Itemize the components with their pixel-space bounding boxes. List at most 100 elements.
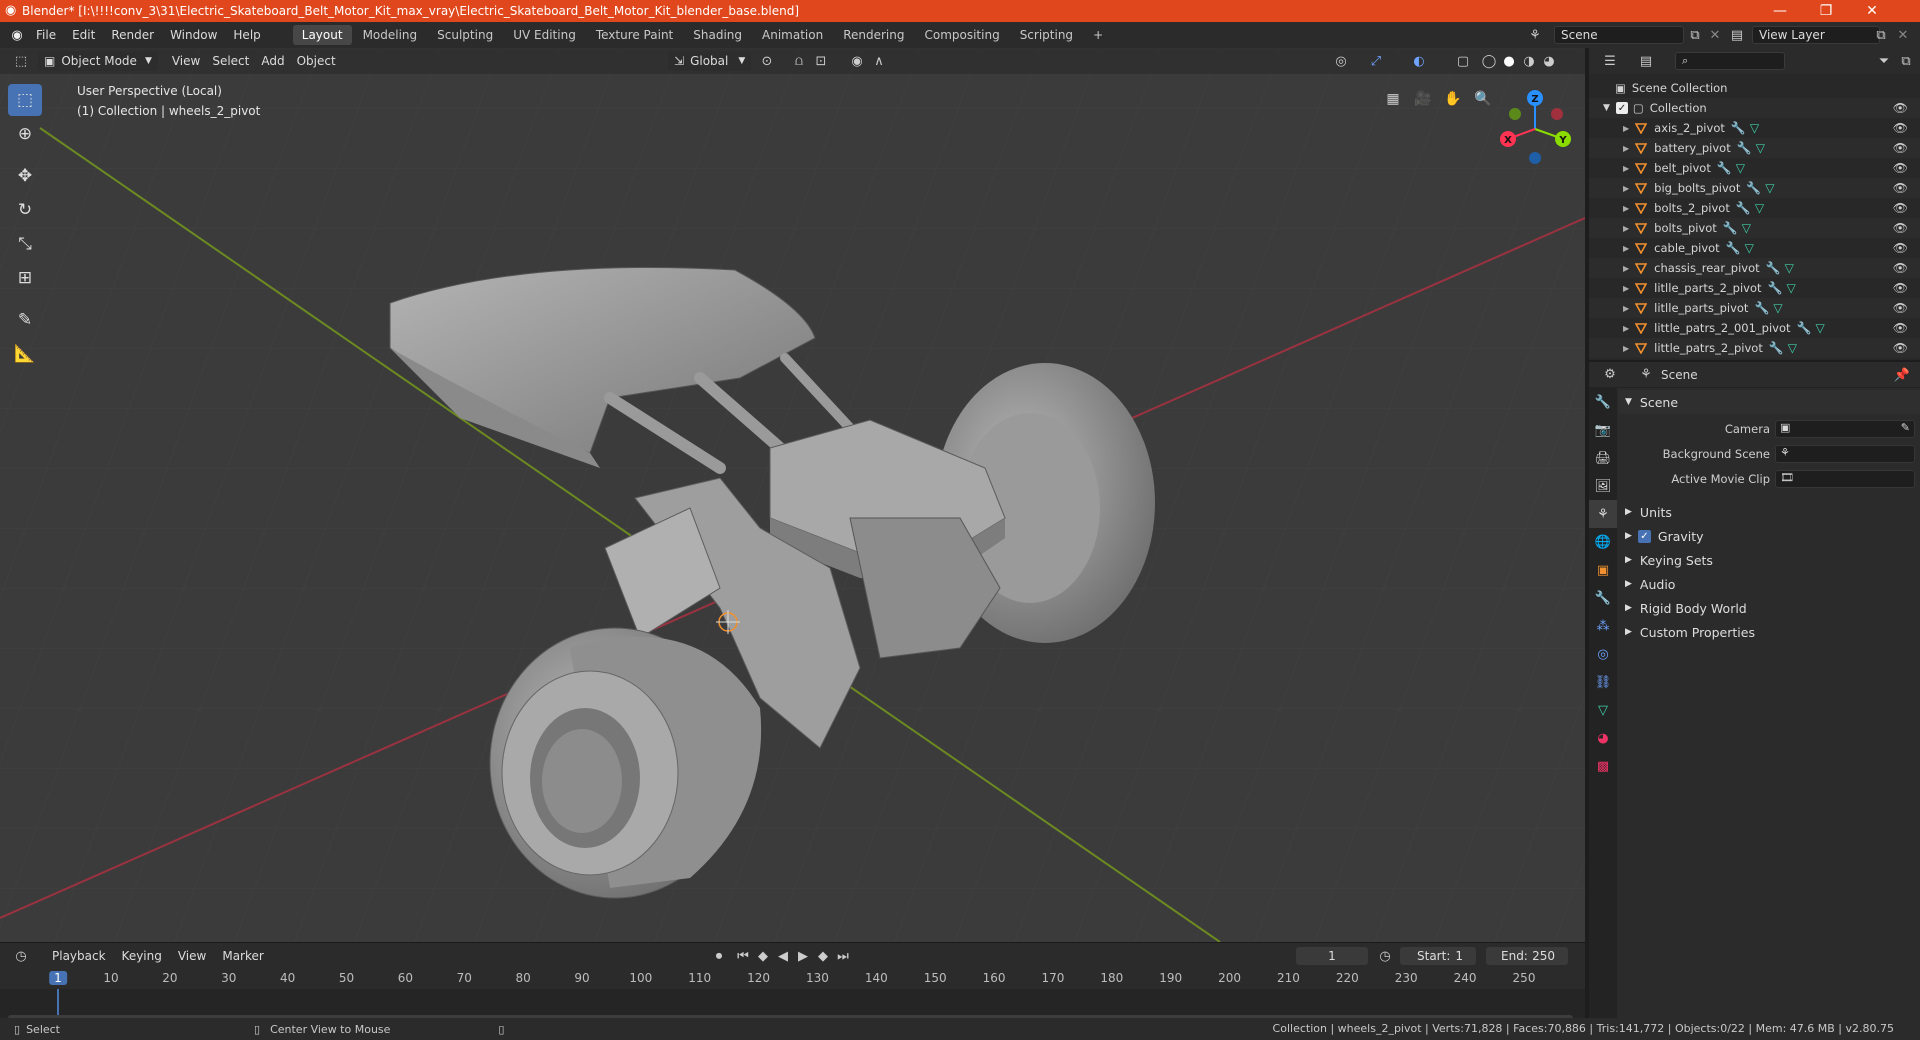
expand-arrow-icon[interactable]: ▶ [1623,204,1629,213]
tool-tab-icon[interactable]: 🔧 [1589,388,1617,416]
mode-selector[interactable]: ▣ Object Mode ▼ [38,51,158,71]
jump-start-icon[interactable]: ⏮ [732,946,754,966]
editor-type-icon[interactable]: ⬚ [10,51,32,71]
camera-view-icon[interactable]: 🎥 [1410,86,1436,112]
data-tab-icon[interactable]: ▽ [1589,696,1617,724]
gravity-panel-header[interactable]: ▶ ✓ Gravity [1619,524,1920,548]
next-keyframe-icon[interactable]: ◆ [812,946,834,966]
solid-shading-icon[interactable]: ● [1498,51,1520,71]
pin-icon[interactable]: 📌 [1891,365,1913,385]
wrench-icon[interactable]: 🔧 [1766,261,1781,275]
eye-icon[interactable]: 👁 [1893,341,1908,355]
wrench-icon[interactable]: 🔧 [1754,301,1769,315]
annotate-tool-icon[interactable]: ✎ [8,304,42,336]
rendered-shading-icon[interactable]: ◕ [1538,51,1560,71]
tab-layout[interactable]: Layout [292,25,352,45]
xray-icon[interactable]: ▢ [1452,51,1474,71]
eye-icon[interactable]: 👁 [1893,241,1908,255]
new-scene-icon[interactable]: ⧉ [1684,25,1706,45]
outliner-item[interactable]: ▶ litlle_parts_pivot 🔧 ▽ 👁 [1589,298,1920,318]
timeline-menu-playback[interactable]: Playback [46,946,112,966]
units-panel-header[interactable]: ▶ Units [1619,500,1920,524]
wrench-icon[interactable]: 🔧 [1768,281,1783,295]
wrench-icon[interactable]: 🔧 [1769,341,1784,355]
snap-target-icon[interactable]: ⊡ [810,51,832,71]
outliner-item[interactable]: ▶ bolts_2_pivot 🔧 ▽ 👁 [1589,198,1920,218]
wrench-icon[interactable]: 🔧 [1723,221,1738,235]
eye-icon[interactable]: 👁 [1893,101,1908,115]
minimize-button[interactable]: — [1757,0,1803,22]
rigid-body-world-panel-header[interactable]: ▶ Rigid Body World [1619,596,1920,620]
timeline-menu-view[interactable]: View [172,946,212,966]
current-frame-field[interactable]: 1 [1296,947,1368,965]
new-collection-icon[interactable]: ⧉ [1895,51,1917,71]
mesh-data-icon[interactable]: ▽ [1750,121,1759,135]
expand-arrow-icon[interactable]: ▶ [1623,164,1629,173]
3d-viewport[interactable]: ⬚ ▣ Object Mode ▼ View Select Add Object… [0,48,1585,942]
constraints-tab-icon[interactable]: ⛓ [1589,668,1617,696]
properties-editor-type-icon[interactable]: ⚙ [1599,365,1621,385]
expand-arrow-icon[interactable]: ▶ [1623,124,1629,133]
wrench-icon[interactable]: 🔧 [1726,241,1741,255]
keying-sets-panel-header[interactable]: ▶ Keying Sets [1619,548,1920,572]
display-mode-icon[interactable]: ▤ [1635,51,1657,71]
menu-help[interactable]: Help [225,24,268,46]
zoom-icon[interactable]: 🔍 [1470,86,1496,112]
eyedropper-icon[interactable]: ✎ [1901,421,1910,434]
timeline-editor-type-icon[interactable]: ◷ [10,946,32,966]
timeline-menu-keying[interactable]: Keying [116,946,168,966]
outliner-item[interactable]: ▶ little_patrs_2_001_pivot 🔧 ▽ 👁 [1589,318,1920,338]
expand-arrow-icon[interactable]: ▶ [1623,224,1629,233]
tab-rendering[interactable]: Rendering [834,25,913,45]
tab-animation[interactable]: Animation [753,25,832,45]
custom-properties-panel-header[interactable]: ▶ Custom Properties [1619,620,1920,644]
mesh-data-icon[interactable]: ▽ [1745,241,1754,255]
end-frame-field[interactable]: End: 250 [1486,947,1568,965]
mesh-data-icon[interactable]: ▽ [1785,261,1794,275]
snap-icon[interactable]: ⩍ [788,51,810,71]
rotate-tool-icon[interactable]: ↻ [8,194,42,226]
eye-icon[interactable]: 👁 [1893,201,1908,215]
physics-tab-icon[interactable]: ◎ [1589,640,1617,668]
filter-icon[interactable]: ⏷ [1873,51,1895,71]
view-layer-tab-icon[interactable]: 🖼 [1589,472,1617,500]
visibility-icon[interactable]: ◎ [1330,51,1352,71]
timeline-ruler[interactable]: 1 10 20 30 40 50 60 70 80 90 100 110 120 130 140 150 160… [0,969,1585,989]
viewport-menu-view[interactable]: View [166,51,206,71]
select-box-tool-icon[interactable]: ⬚ [8,84,42,116]
wrench-icon[interactable]: 🔧 [1717,161,1732,175]
tab-texture-paint[interactable]: Texture Paint [587,25,682,45]
scene-field[interactable]: Scene [1554,26,1684,44]
expand-arrow-icon[interactable]: ▶ [1623,304,1629,313]
eye-icon[interactable]: 👁 [1893,321,1908,335]
transform-orientation-selector[interactable]: ⇲ Global ▼ [668,51,752,71]
wrench-icon[interactable]: 🔧 [1737,141,1752,155]
outliner-item[interactable]: ▶ axis_2_pivot 🔧 ▽ 👁 [1589,118,1920,138]
close-button[interactable]: ✕ [1849,0,1895,22]
view-layer-field[interactable]: View Layer [1752,26,1880,44]
measure-tool-icon[interactable]: 📐 [8,338,42,370]
timeline-menu-marker[interactable]: Marker [216,946,269,966]
collection-checkbox[interactable]: ✓ [1615,102,1628,114]
gravity-checkbox[interactable]: ✓ [1637,529,1651,543]
menu-window[interactable]: Window [162,24,225,46]
mesh-data-icon[interactable]: ▽ [1736,161,1745,175]
mesh-data-icon[interactable]: ▽ [1815,321,1824,335]
material-tab-icon[interactable]: ◕ [1589,724,1617,752]
outliner-item[interactable]: ▶ cable_pivot 🔧 ▽ 👁 [1589,238,1920,258]
expand-arrow-icon[interactable]: ▶ [1623,144,1629,153]
render-tab-icon[interactable]: 📷 [1589,416,1617,444]
wrench-icon[interactable]: 🔧 [1731,121,1746,135]
prev-keyframe-icon[interactable]: ◆ [752,946,774,966]
mesh-data-icon[interactable]: ▽ [1755,201,1764,215]
pan-hand-icon[interactable]: ✋ [1440,86,1466,112]
move-tool-icon[interactable]: ✥ [8,160,42,192]
maximize-button[interactable]: ❐ [1803,0,1849,22]
eye-icon[interactable]: 👁 [1893,261,1908,275]
outliner-item[interactable]: ▶ little_patrs_2_pivot 🔧 ▽ 👁 [1589,338,1920,358]
tab-compositing[interactable]: Compositing [915,25,1008,45]
falloff-icon[interactable]: ∧ [868,51,890,71]
mesh-data-icon[interactable]: ▽ [1773,301,1782,315]
expand-arrow-icon[interactable]: ▶ [1623,244,1629,253]
outliner-item[interactable]: ▶ bolts_pivot 🔧 ▽ 👁 [1589,218,1920,238]
